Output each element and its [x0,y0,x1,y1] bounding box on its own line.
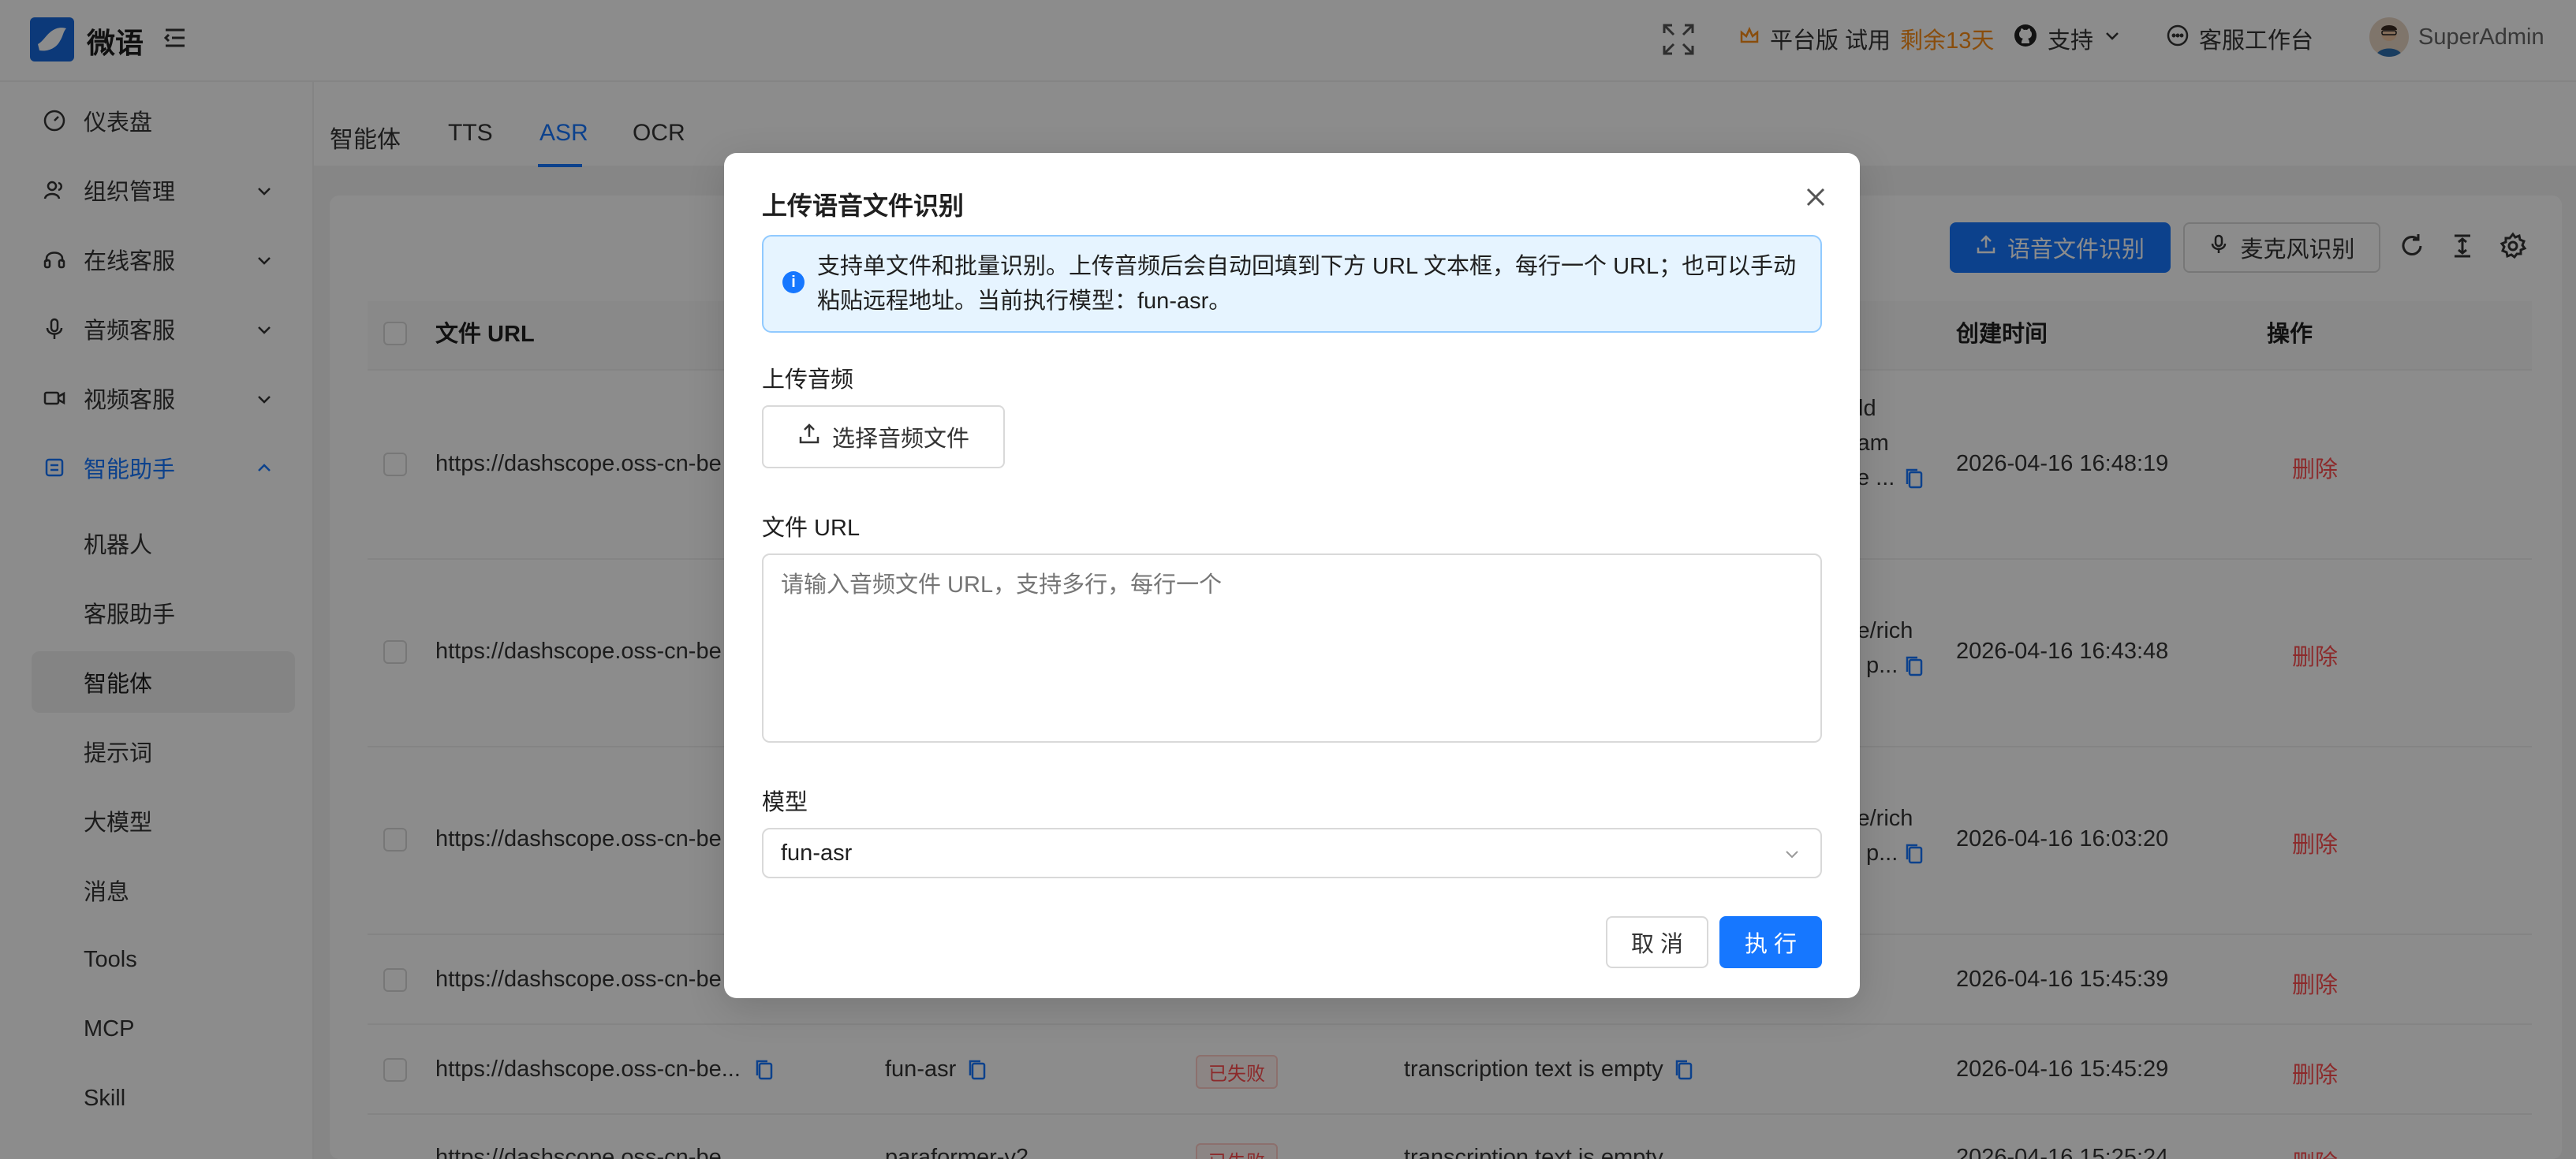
file-url-label: 文件 URL [762,516,861,541]
model-select-value: fun-asr [781,840,853,866]
select-audio-file-label: 选择音频文件 [831,427,969,452]
upload-label: 上传音频 [762,367,854,393]
select-audio-file-button[interactable]: 选择音频文件 [762,405,1005,468]
model-select[interactable]: fun-asr [762,828,1822,878]
model-label: 模型 [762,790,808,815]
chevron-down-icon [1783,844,1801,870]
upload-icon [797,422,821,452]
modal-title: 上传语音文件识别 [762,192,965,220]
file-url-textarea[interactable] [762,553,1822,743]
cancel-button[interactable]: 取 消 [1606,916,1708,968]
close-icon[interactable] [1800,181,1831,213]
info-alert-text: 支持单文件和批量识别。上传音频后会自动回填到下方 URL 文本框，每行一个 UR… [817,254,1797,314]
info-icon: i [782,271,805,293]
execute-button[interactable]: 执 行 [1719,916,1822,968]
